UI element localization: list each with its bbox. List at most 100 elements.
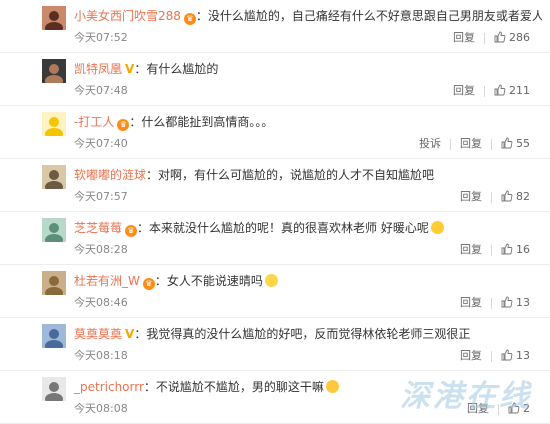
action-divider xyxy=(491,138,492,150)
comment-body: 凯特凤凰 V：有什么尴尬的 xyxy=(74,61,542,77)
vip-member-icon: ♛ xyxy=(142,278,155,290)
thumbs-up-icon xyxy=(501,296,513,308)
avatar-image xyxy=(42,271,66,295)
verified-v-icon: V xyxy=(125,62,135,76)
like-count: 286 xyxy=(509,31,530,44)
avatar[interactable] xyxy=(42,165,66,189)
like-button[interactable]: 13 xyxy=(501,348,530,364)
action-divider xyxy=(450,138,451,150)
vip-member-icon: ♛ xyxy=(183,13,196,25)
username-link[interactable]: 凯特凤凰 xyxy=(74,62,122,76)
comment-actions: 回复 16 xyxy=(460,242,530,258)
comment-meta: 今天07:40 投诉 回复 55 xyxy=(74,136,540,152)
like-button[interactable]: 55 xyxy=(501,136,530,152)
thumbs-up-icon xyxy=(501,137,513,149)
like-button[interactable]: 16 xyxy=(501,242,530,258)
action-divider xyxy=(484,85,485,97)
comment-body: -打工人 ♛ ：什么都能扯到高情商。。。 xyxy=(74,114,542,131)
comment-item: 杜若有洲_W ♛ ：女人不能说速晴吗 今天08:46 回复 13 xyxy=(0,265,550,318)
comment-item: _petrichorrr：不说尴尬不尴尬，男的聊这干嘛 今天08:08 回复 2 xyxy=(0,371,550,424)
avatar-image xyxy=(42,6,66,30)
comment-body: 莫奠莫奠 V：我觉得真的没什么尴尬的好吧，反而觉得林依轮老师三观很正 xyxy=(74,326,542,342)
comment-actions: 回复 82 xyxy=(460,189,530,205)
username-link[interactable]: 软嘟嘟的涟球 xyxy=(74,168,146,182)
reply-button[interactable]: 回复 xyxy=(453,83,475,99)
heart-eyes-emoji-icon xyxy=(430,221,444,234)
comment-time: 今天07:57 xyxy=(74,190,128,203)
like-button[interactable]: 2 xyxy=(508,401,530,417)
like-count: 2 xyxy=(523,402,530,415)
like-button[interactable]: 286 xyxy=(494,30,530,46)
username-link[interactable]: _petrichorrr xyxy=(74,380,144,394)
thumbs-up-icon xyxy=(501,190,513,202)
avatar-image xyxy=(42,218,66,242)
reply-button[interactable]: 回复 xyxy=(460,189,482,205)
thumbs-up-icon xyxy=(494,84,506,96)
comment-list: 小美女西门吹雪288 ♛ ：没什么尴尬的，自己痛经有什么不好意思跟自己男朋友或者爱人… xyxy=(0,0,550,424)
like-button[interactable]: 211 xyxy=(494,83,530,99)
comment-item: 小美女西门吹雪288 ♛ ：没什么尴尬的，自己痛经有什么不好意思跟自己男朋友或者爱人… xyxy=(0,0,550,53)
comment-meta: 今天07:48 回复 211 xyxy=(74,83,540,99)
avatar[interactable] xyxy=(42,324,66,348)
like-button[interactable]: 82 xyxy=(501,189,530,205)
comment-item: 芝芝莓莓 ♛ ：本来就没什么尴尬的呢！真的很喜欢林老师 好暖心呢 今天08:28 回… xyxy=(0,212,550,265)
reply-button[interactable]: 回复 xyxy=(460,295,482,311)
comment-time: 今天07:48 xyxy=(74,84,128,97)
avatar[interactable] xyxy=(42,377,66,401)
action-divider xyxy=(498,403,499,415)
comment-actions: 投诉 回复 55 xyxy=(419,136,530,152)
reply-button[interactable]: 回复 xyxy=(467,401,489,417)
comment-time: 今天08:08 xyxy=(74,402,128,415)
comment-body: 芝芝莓莓 ♛ ：本来就没什么尴尬的呢！真的很喜欢林老师 好暖心呢 xyxy=(74,220,542,237)
comment-time: 今天07:40 xyxy=(74,137,128,150)
comment-text: ：女人不能说速晴吗 xyxy=(154,274,263,288)
avatar[interactable] xyxy=(42,271,66,295)
comment-meta: 今天08:18 回复 13 xyxy=(74,348,540,364)
action-divider xyxy=(484,32,485,44)
action-divider xyxy=(491,191,492,203)
comment-time: 今天08:28 xyxy=(74,243,128,256)
reply-button[interactable]: 回复 xyxy=(453,30,475,46)
avatar[interactable] xyxy=(42,218,66,242)
username-link[interactable]: 小美女西门吹雪288 xyxy=(74,9,181,23)
comment-meta: 今天08:28 回复 16 xyxy=(74,242,540,258)
sweat-emoji-icon xyxy=(264,274,278,287)
action-divider xyxy=(491,297,492,309)
vip-member-icon: ♛ xyxy=(117,119,130,131)
thumbs-up-icon xyxy=(501,349,513,361)
comment-item: 软嘟嘟的涟球：对啊，有什么可尴尬的，说尴尬的人才不自知尴尬吧 今天07:57 回… xyxy=(0,159,550,212)
like-count: 13 xyxy=(516,349,530,362)
like-button[interactable]: 13 xyxy=(501,295,530,311)
action-divider xyxy=(491,244,492,256)
comment-text: ：什么都能扯到高情商。。。 xyxy=(129,115,274,129)
avatar-image xyxy=(42,165,66,189)
reply-button[interactable]: 回复 xyxy=(460,136,482,152)
comment-body: 小美女西门吹雪288 ♛ ：没什么尴尬的，自己痛经有什么不好意思跟自己男朋友或者爱人… xyxy=(74,8,542,25)
reply-button[interactable]: 回复 xyxy=(460,242,482,258)
thumbs-up-icon xyxy=(501,243,513,255)
like-count: 55 xyxy=(516,137,530,150)
avatar[interactable] xyxy=(42,6,66,30)
thumbs-up-icon xyxy=(494,31,506,43)
reply-button[interactable]: 回复 xyxy=(460,348,482,364)
thumbs-up-icon xyxy=(508,402,520,414)
username-link[interactable]: 杜若有洲_W xyxy=(74,274,140,288)
comment-actions: 回复 13 xyxy=(460,295,530,311)
comment-text: ：不说尴尬不尴尬，男的聊这干嘛 xyxy=(143,380,324,394)
avatar-image xyxy=(42,324,66,348)
comment-item: -打工人 ♛ ：什么都能扯到高情商。。。 今天07:40 投诉 回复 55 xyxy=(0,106,550,159)
comment-actions: 回复 2 xyxy=(467,401,530,417)
comment-item: 凯特凤凰 V：有什么尴尬的 今天07:48 回复 211 xyxy=(0,53,550,106)
username-link[interactable]: 莫奠莫奠 xyxy=(74,327,122,341)
smirk-emoji-icon xyxy=(325,380,339,393)
avatar[interactable] xyxy=(42,59,66,83)
username-link[interactable]: -打工人 xyxy=(74,115,114,129)
username-link[interactable]: 芝芝莓莓 xyxy=(74,221,122,235)
comment-meta: 今天08:08 回复 2 xyxy=(74,401,540,417)
comment-body: 杜若有洲_W ♛ ：女人不能说速晴吗 xyxy=(74,273,542,290)
comment-text: ：有什么尴尬的 xyxy=(134,62,219,76)
comment-actions: 回复 211 xyxy=(453,83,530,99)
avatar[interactable] xyxy=(42,112,66,136)
report-button[interactable]: 投诉 xyxy=(419,136,441,152)
verified-v-icon: V xyxy=(125,327,135,341)
